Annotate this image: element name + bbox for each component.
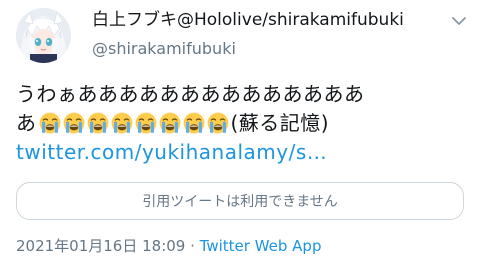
tweet-meta: 2021年01月16日 18:09 · Twitter Web App [16,236,321,256]
source-app-link[interactable]: Twitter Web App [200,237,322,255]
tweet-text-line-1: うわぁああああああああああああああ [16,82,365,106]
author-handle[interactable]: @shirakamifubuki [92,38,236,60]
chevron-down-icon[interactable] [448,10,470,32]
loudly-crying-face-icon [39,112,60,134]
loudly-crying-face-icon [111,112,132,134]
avatar-image [16,8,71,63]
author-display-name[interactable]: 白上フブキ@Hololive/shirakamifubuki [92,9,404,31]
loudly-crying-face-icon [135,112,156,134]
meta-separator: · [185,237,200,255]
emoji-row [39,112,229,134]
loudly-crying-face-icon [159,112,180,134]
loudly-crying-face-icon [183,112,204,134]
tweet-text-line-2-prefix: あ [16,111,37,135]
quote-unavailable-text: 引用ツイートは利用できません [142,194,338,210]
loudly-crying-face-icon [87,112,108,134]
quote-tweet-unavailable: 引用ツイートは利用できません [16,182,464,220]
tweet-text-line-2-suffix: (蘇る記憶) [230,111,330,135]
tweet-text-line-2: あ (蘇る記憶) [16,109,329,137]
loudly-crying-face-icon [207,112,228,134]
tweet-link[interactable]: twitter.com/yukihanalamy/s… [16,138,327,166]
tweet-timestamp[interactable]: 2021年01月16日 18:09 [16,237,185,255]
loudly-crying-face-icon [63,112,84,134]
avatar[interactable] [16,8,71,63]
